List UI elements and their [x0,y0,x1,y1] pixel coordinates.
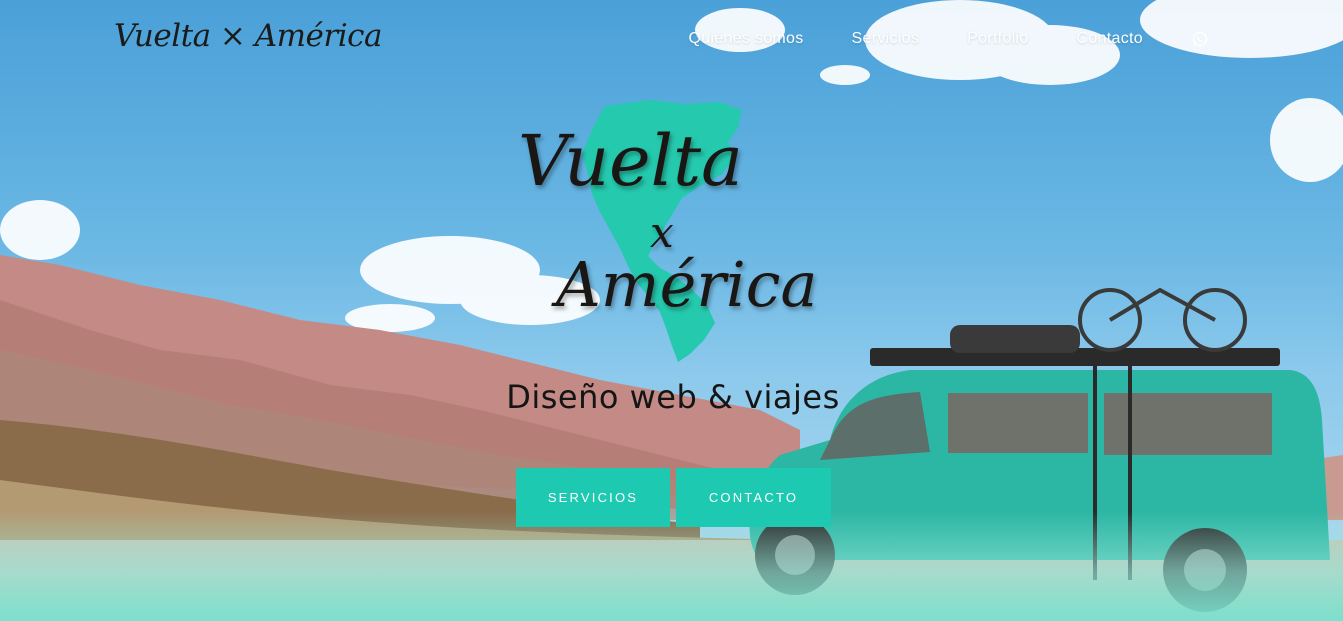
brand-logo[interactable]: Vuelta × América [114,18,382,54]
hero-logo-line1: Vuelta [518,120,743,202]
whatsapp-icon[interactable] [1191,30,1209,48]
nav-link-contacto[interactable]: Contacto [1077,30,1143,48]
nav-link-quienes-somos[interactable]: Quiénes somos [688,30,803,48]
contact-button[interactable]: CONTACTO [676,468,831,527]
hero-tagline: Diseño web & viajes [506,378,840,416]
landing-page: Vuelta × América Quiénes somos Servicios… [0,0,1343,621]
navbar: Vuelta × América Quiénes somos Servicios… [0,0,1343,88]
main-nav: Quiénes somos Servicios Portfolio Contac… [688,30,1343,48]
bottom-fade [0,511,1343,621]
services-button[interactable]: SERVICIOS [516,468,670,527]
nav-link-servicios[interactable]: Servicios [852,30,920,48]
hero-cta-group: SERVICIOS CONTACTO [516,468,831,527]
nav-link-portfolio[interactable]: Portfolio [967,30,1028,48]
hero-logo-line3: América [556,248,818,321]
hero-logo: Vuelta x América [510,98,830,368]
